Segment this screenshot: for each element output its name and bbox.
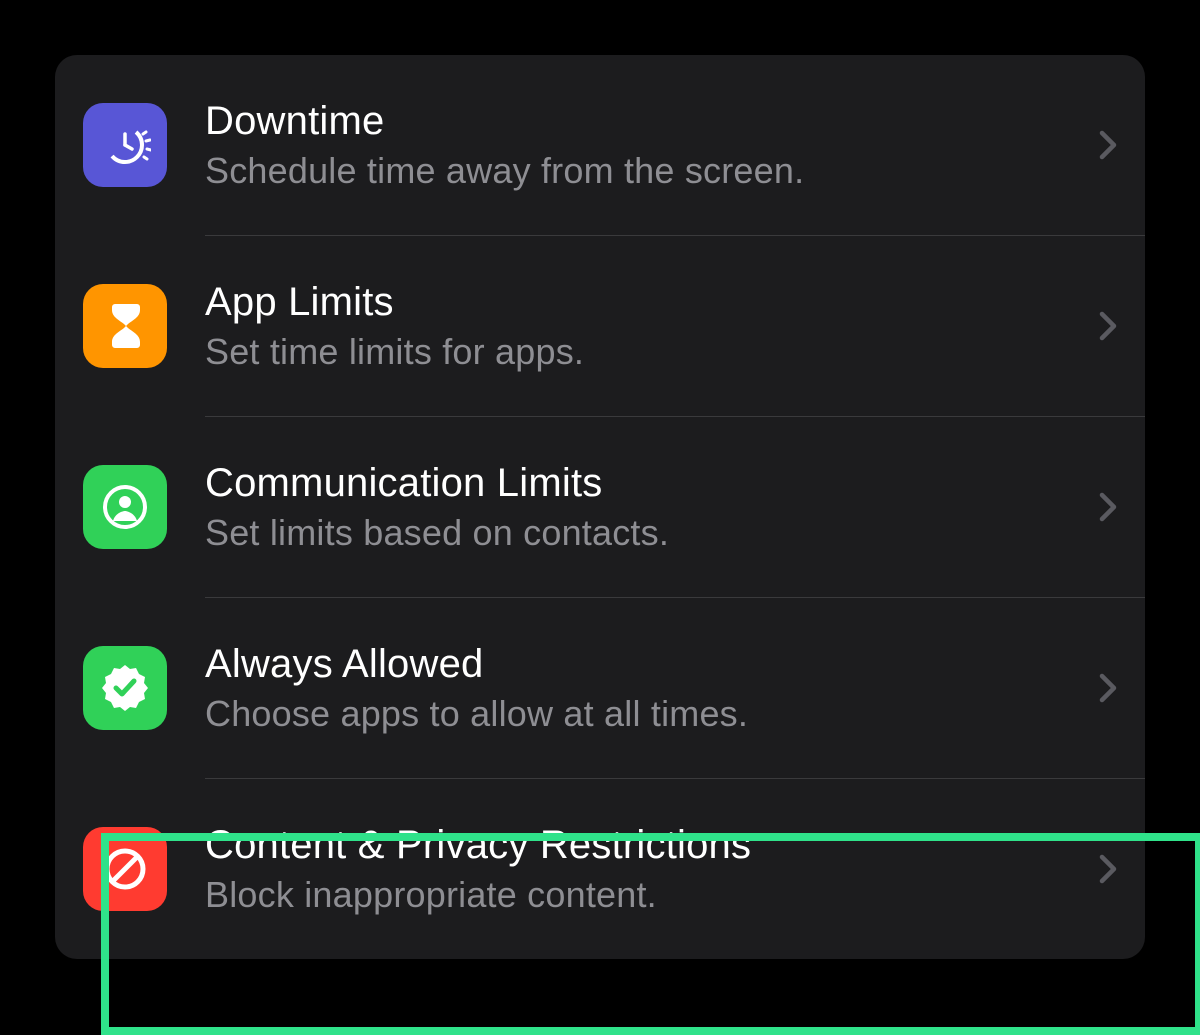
row-title: Communication Limits	[205, 461, 1099, 506]
row-app-limits[interactable]: App Limits Set time limits for apps.	[55, 236, 1145, 416]
clock-icon	[83, 103, 167, 187]
row-title: Always Allowed	[205, 642, 1099, 687]
checkmark-seal-icon	[83, 646, 167, 730]
row-title: Downtime	[205, 99, 1099, 144]
settings-panel: Downtime Schedule time away from the scr…	[55, 55, 1145, 959]
chevron-right-icon	[1099, 130, 1117, 160]
row-subtitle: Schedule time away from the screen.	[205, 150, 1099, 192]
chevron-right-icon	[1099, 854, 1117, 884]
row-subtitle: Block inappropriate content.	[205, 874, 1099, 916]
row-subtitle: Set limits based on contacts.	[205, 512, 1099, 554]
row-subtitle: Choose apps to allow at all times.	[205, 693, 1099, 735]
row-downtime[interactable]: Downtime Schedule time away from the scr…	[55, 55, 1145, 235]
chevron-right-icon	[1099, 311, 1117, 341]
row-always-allowed[interactable]: Always Allowed Choose apps to allow at a…	[55, 598, 1145, 778]
hourglass-icon	[83, 284, 167, 368]
row-title: App Limits	[205, 280, 1099, 325]
row-communication-limits[interactable]: Communication Limits Set limits based on…	[55, 417, 1145, 597]
row-subtitle: Set time limits for apps.	[205, 331, 1099, 373]
row-title: Content & Privacy Restrictions	[205, 823, 1099, 868]
chevron-right-icon	[1099, 673, 1117, 703]
row-content-privacy-restrictions[interactable]: Content & Privacy Restrictions Block ina…	[55, 779, 1145, 959]
chevron-right-icon	[1099, 492, 1117, 522]
person-circle-icon	[83, 465, 167, 549]
no-sign-icon	[83, 827, 167, 911]
